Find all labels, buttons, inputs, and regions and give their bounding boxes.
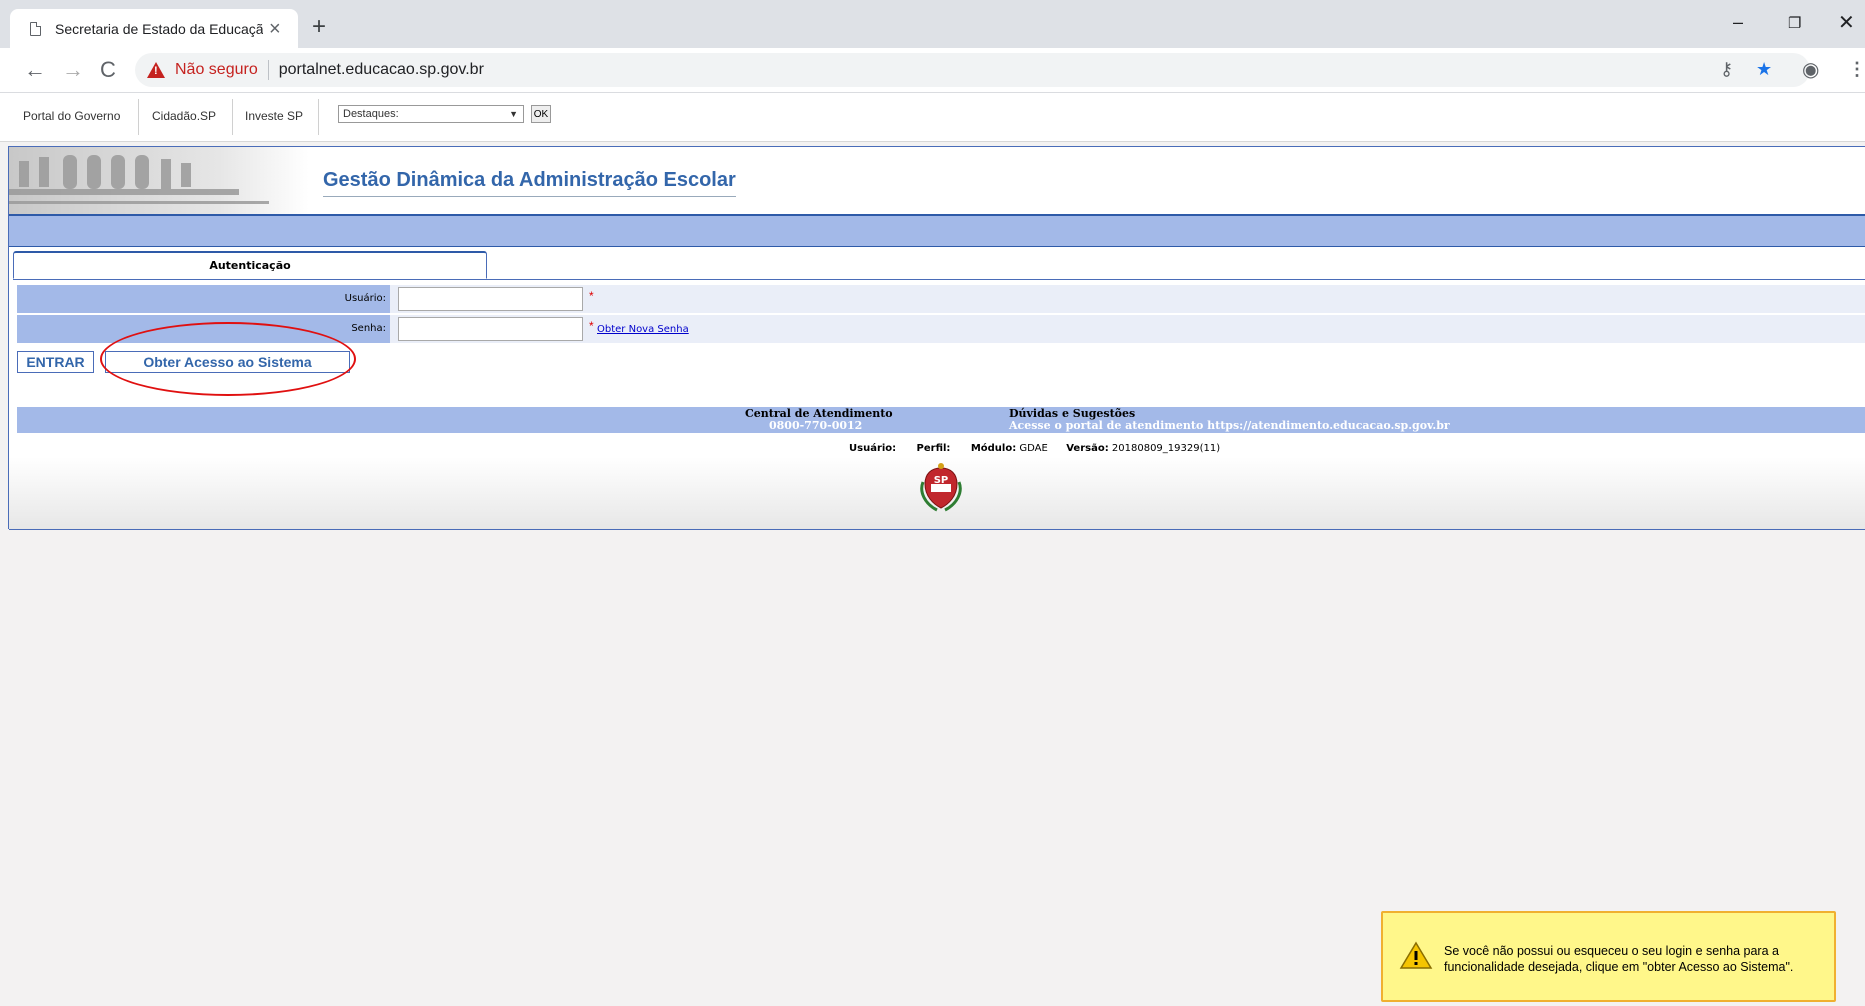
chevron-down-icon: ▼	[509, 109, 518, 119]
page-title: Gestão Dinâmica da Administração Escolar	[323, 169, 736, 197]
usuario-input[interactable]	[398, 287, 583, 311]
tab-strip: Secretaria de Estado da Educação × + – ❐…	[0, 0, 1865, 48]
browser-tab[interactable]: Secretaria de Estado da Educação ×	[10, 9, 298, 48]
destaques-select[interactable]: Destaques: ▼	[338, 105, 524, 123]
tab-autenticacao[interactable]: Autenticação	[13, 251, 487, 279]
divider	[138, 99, 139, 135]
minimize-icon[interactable]: –	[1733, 12, 1743, 33]
close-icon[interactable]: ×	[269, 19, 281, 39]
usuario-footer-label: Usuário:	[849, 443, 897, 454]
sp-emblem-icon: SP	[920, 463, 962, 512]
usuario-row: Usuário: *	[17, 285, 1865, 313]
perfil-label: Perfil:	[916, 443, 951, 454]
required-mark: *	[589, 289, 594, 303]
modulo-label: Módulo:	[970, 443, 1017, 454]
central-phone: 0800-770-0012	[769, 419, 863, 432]
highlight-circle	[100, 322, 356, 396]
entrar-button[interactable]: ENTRAR	[17, 351, 94, 373]
account-icon[interactable]: ◉	[1802, 57, 1819, 82]
address-bar[interactable]: ! Não seguro portalnet.educacao.sp.gov.b…	[135, 53, 1810, 87]
restore-icon[interactable]: ❐	[1788, 14, 1801, 32]
obter-nova-senha-link[interactable]: Obter Nova Senha	[597, 324, 689, 335]
warning-icon	[1399, 941, 1433, 969]
portal-bar: Portal do Governo Cidadão.SP Investe SP …	[0, 93, 1865, 142]
help-notification[interactable]: Se você não possui ou esqueceu o seu log…	[1381, 911, 1836, 1002]
footer-band: Central de Atendimento 0800-770-0012 Dúv…	[17, 407, 1865, 433]
link-cidadao-sp[interactable]: Cidadão.SP	[152, 109, 216, 123]
divider	[318, 99, 319, 135]
usuario-label: Usuário:	[17, 285, 390, 313]
required-mark: *	[589, 319, 594, 333]
ok-button[interactable]: OK	[531, 105, 551, 123]
versao-label: Versão:	[1066, 443, 1109, 454]
star-icon[interactable]: ★	[1756, 59, 1772, 80]
notification-line1: Se você não possui ou esqueceu o seu log…	[1444, 944, 1779, 958]
divider	[232, 99, 233, 135]
svg-text:SP: SP	[934, 475, 949, 486]
notification-text: Se você não possui ou esqueceu o seu log…	[1444, 943, 1832, 975]
senha-input[interactable]	[398, 317, 583, 341]
warning-icon: !	[147, 62, 165, 78]
document-icon	[30, 21, 41, 36]
tab-title: Secretaria de Estado da Educação	[55, 20, 263, 37]
header-band	[9, 216, 1865, 247]
forward-icon[interactable]: →	[62, 57, 84, 83]
reload-icon[interactable]: C	[100, 57, 116, 83]
building-banner-icon	[9, 147, 309, 214]
modulo-value: GDAE	[1019, 443, 1048, 454]
menu-icon[interactable]: ⋮	[1848, 59, 1865, 80]
notification-line2: funcionalidade desejada, clique em "obte…	[1444, 960, 1794, 974]
plus-icon[interactable]: +	[312, 13, 326, 41]
link-portal-do-governo[interactable]: Portal do Governo	[23, 109, 120, 123]
url-text[interactable]: portalnet.educacao.sp.gov.br	[279, 61, 484, 79]
versao-value: 20180809_19329(11)	[1111, 443, 1221, 454]
destaques-value: Destaques:	[343, 108, 399, 120]
browser-toolbar: ← → C ! Não seguro portalnet.educacao.sp…	[0, 48, 1865, 93]
omnibox-divider	[267, 60, 269, 80]
security-label[interactable]: Não seguro	[175, 61, 258, 79]
key-icon[interactable]: ⚷	[1720, 59, 1733, 80]
duvidas-text[interactable]: Acesse o portal de atendimento https://a…	[1009, 419, 1450, 432]
tab-bar: Autenticação	[13, 251, 1865, 280]
version-line: Usuário: Perfil: Módulo: GDAE Versão: 20…	[849, 443, 1220, 454]
link-investe-sp[interactable]: Investe SP	[245, 109, 303, 123]
window-close-icon[interactable]: ✕	[1838, 10, 1855, 35]
app-header: Gestão Dinâmica da Administração Escolar	[9, 147, 1865, 216]
back-icon[interactable]: ←	[24, 57, 46, 83]
